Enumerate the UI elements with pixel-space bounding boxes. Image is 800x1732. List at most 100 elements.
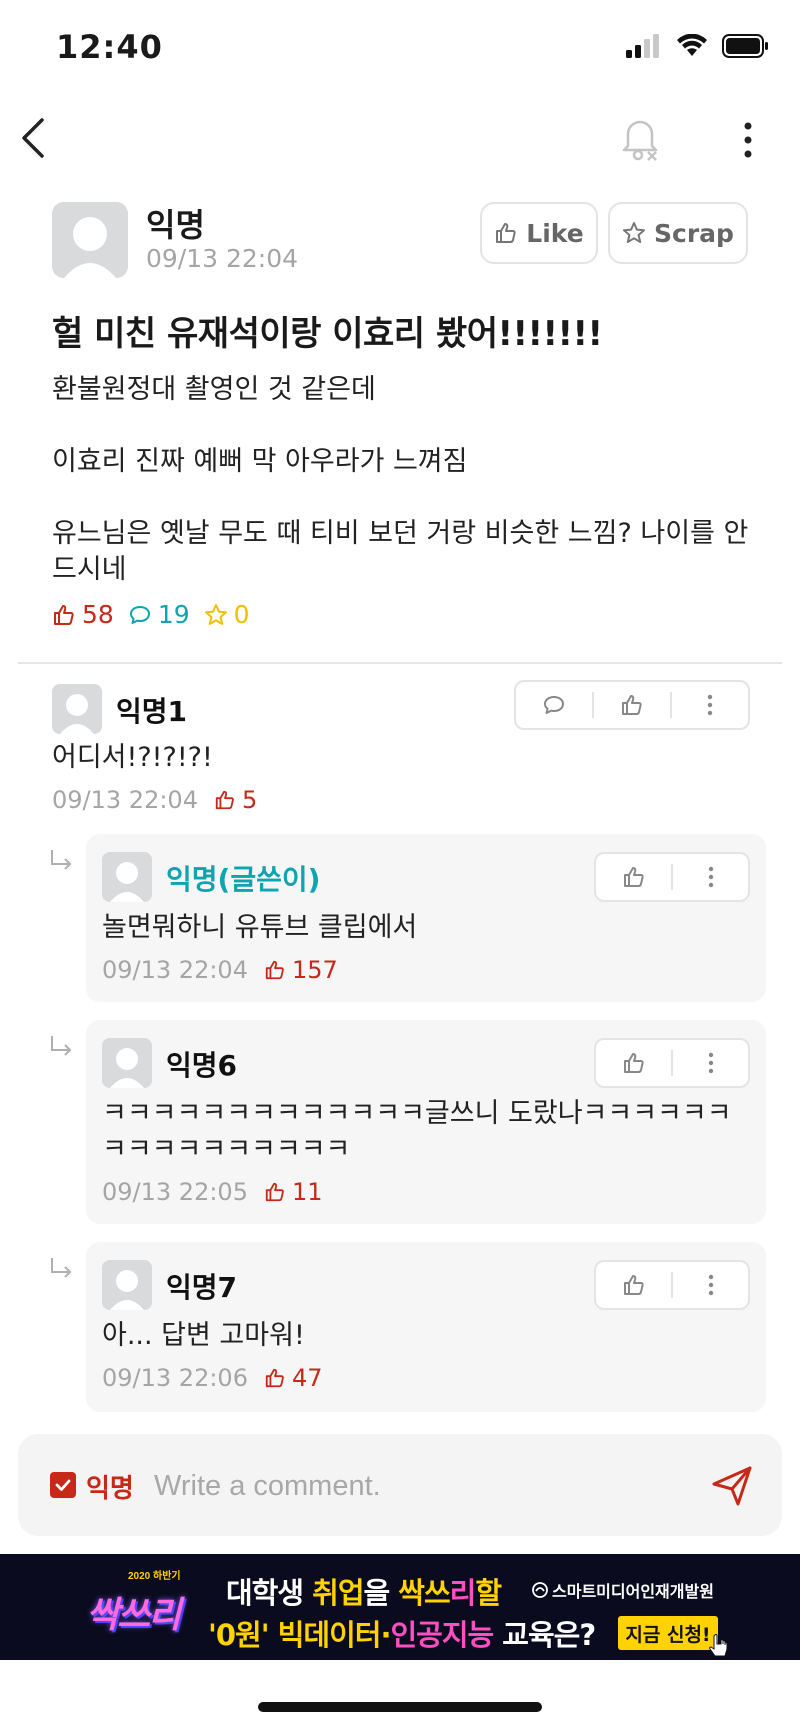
checkbox-icon [55, 1479, 71, 1491]
comment-meta: 09/13 22:04 5 [52, 786, 257, 814]
post-divider [18, 662, 782, 664]
comment-avatar [52, 684, 102, 734]
banner-headline-1: 대학생 취업을 싹쓰리할 [226, 1570, 502, 1612]
reply-meta: 09/13 22:04 157 [102, 956, 338, 984]
banner-text: 리 [449, 1576, 477, 1610]
reply-like-button[interactable] [596, 1262, 671, 1308]
thumbs-up-icon [265, 960, 284, 980]
reply-button[interactable] [516, 682, 592, 728]
thumbs-up-icon [265, 1182, 284, 1202]
bell-off-icon [622, 120, 658, 161]
reply-like-button[interactable] [596, 854, 671, 900]
hand-pointer-icon [709, 1634, 728, 1657]
post-stats: 58 19 0 [52, 600, 250, 629]
reply-arrow-icon [51, 850, 72, 870]
star-icon [204, 603, 227, 625]
comment-more-button[interactable] [672, 682, 748, 728]
banner-text: 할 [475, 1576, 502, 1610]
banner-text: 싹쓰 [398, 1576, 450, 1610]
thumbs-up-icon [623, 1053, 644, 1073]
reply-author: 익명7 [166, 1271, 238, 1304]
status-icons [626, 34, 770, 58]
ad-banner[interactable]: 2020 하반기 싹쓰리 대학생 취업을 싹쓰리할 '0원' 빅데이터·인공지능… [0, 1554, 800, 1660]
reply-actions [594, 852, 750, 902]
post-title: 헐 미친 유재석이랑 이효리 봤어!!!!!!! [52, 314, 603, 354]
reply-actions [594, 1038, 750, 1088]
banner-text: 취업 [312, 1576, 364, 1610]
user-silhouette-icon [52, 202, 128, 278]
comment-like-button[interactable] [594, 682, 670, 728]
more-vertical-icon [744, 122, 752, 158]
comment-icon [544, 696, 564, 714]
comment-text: 어디서!?!?!?! [52, 742, 213, 773]
reply-text: 놀면뭐하니 유튜브 클립에서 [102, 912, 418, 943]
post-body: 환불원정대 촬영인 것 같은데 이효리 진짜 예뻐 막 아우라가 느껴짐 유느님… [52, 372, 752, 588]
anonymous-label[interactable]: 익명 [86, 1468, 134, 1505]
post-scrap-count-value: 0 [233, 600, 250, 629]
thumbs-up-icon [54, 604, 74, 625]
more-vertical-icon [707, 694, 713, 716]
comment-like-count-value: 5 [241, 786, 258, 814]
post-author-name: 익명 [146, 206, 205, 244]
reply-like-button[interactable] [596, 1040, 671, 1086]
banner-cta-button[interactable]: 지금 신청! [618, 1616, 718, 1650]
comment-author: 익명1 [116, 695, 188, 728]
reply-actions [594, 1260, 750, 1310]
user-silhouette-icon [102, 1038, 152, 1088]
reply-avatar [102, 1038, 152, 1088]
reply-like-count: 47 [264, 1364, 323, 1392]
back-button[interactable] [14, 112, 54, 164]
banner-org: 스마트미디어인재개발원 [532, 1578, 714, 1602]
comment-timestamp: 09/13 22:04 [52, 786, 198, 814]
thumbs-up-icon [215, 790, 234, 810]
banner-text: 교육은? [493, 1618, 596, 1652]
reply-avatar [102, 852, 152, 902]
thumbs-up-icon [622, 695, 642, 715]
reply-author-writer: 익명(글쓴이) [166, 863, 321, 896]
reply-more-button[interactable] [673, 1040, 748, 1086]
comment-like-count: 5 [214, 786, 257, 814]
banner-text: 을 [363, 1576, 399, 1610]
more-vertical-icon [708, 1274, 713, 1296]
user-silhouette-icon [102, 852, 152, 902]
reply-like-count-value: 11 [291, 1178, 323, 1206]
post-body-paragraph: 환불원정대 촬영인 것 같은데 [52, 374, 376, 405]
home-indicator[interactable] [258, 1702, 542, 1712]
wifi-icon [677, 34, 707, 56]
reply-timestamp: 09/13 22:04 [102, 956, 248, 984]
like-button[interactable]: Like [480, 202, 598, 264]
post-author-avatar [52, 202, 128, 278]
anonymous-checkbox[interactable] [50, 1472, 76, 1498]
reply-timestamp: 09/13 22:05 [102, 1178, 248, 1206]
user-silhouette-icon [102, 1260, 152, 1310]
reply-like-count: 157 [264, 956, 338, 984]
banner-logo: 싹쓰리 [86, 1595, 181, 1636]
post-like-count-value: 58 [82, 600, 114, 629]
org-logo-icon [532, 1582, 548, 1598]
comment-input[interactable] [154, 1460, 674, 1512]
reply-more-button[interactable] [673, 854, 748, 900]
post-comment-count: 19 [128, 600, 190, 629]
scrap-button[interactable]: Scrap [608, 202, 748, 264]
banner-headline-2: '0원' 빅데이터·인공지능 교육은? [208, 1612, 596, 1654]
reply-timestamp: 09/13 22:06 [102, 1364, 248, 1392]
reply-avatar [102, 1260, 152, 1310]
comment-icon [129, 605, 150, 624]
post-scrap-count: 0 [204, 600, 250, 629]
banner-text: 인공지능 [390, 1618, 494, 1652]
send-button[interactable] [708, 1462, 756, 1510]
post-body-paragraph: 이효리 진짜 예뻐 막 아우라가 느껴짐 [52, 446, 468, 477]
banner-text: '0원' [208, 1618, 270, 1652]
battery-icon [722, 34, 768, 58]
banner-text: 빅데이터· [268, 1618, 392, 1652]
reply-more-button[interactable] [673, 1262, 748, 1308]
more-options-button[interactable] [728, 114, 768, 166]
thumbs-up-icon [265, 1368, 284, 1388]
banner-org-name: 스마트미디어인재개발원 [552, 1582, 714, 1601]
notification-toggle-button[interactable] [618, 112, 666, 164]
star-icon [623, 222, 646, 243]
thumbs-up-icon [496, 223, 516, 243]
back-icon [22, 118, 44, 158]
more-vertical-icon [708, 1052, 713, 1074]
scrap-button-label: Scrap [654, 218, 734, 248]
